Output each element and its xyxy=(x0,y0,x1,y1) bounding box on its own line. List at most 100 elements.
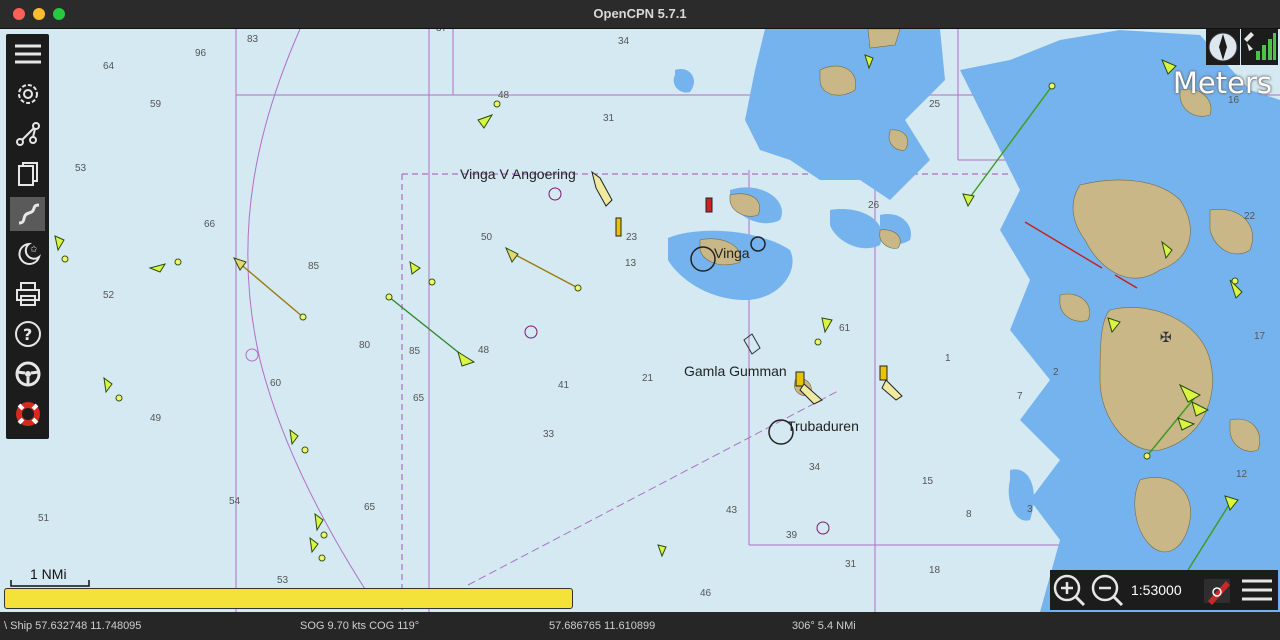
help-button[interactable]: ? xyxy=(10,317,45,351)
depth-sounding: 22 xyxy=(1244,211,1256,222)
track-button[interactable] xyxy=(10,197,45,231)
depth-sounding: 21 xyxy=(642,373,654,384)
depth-sounding: 37 xyxy=(436,29,447,34)
title-bar: OpenCPN 5.7.1 xyxy=(0,0,1280,29)
depth-sounding: 53 xyxy=(277,575,289,586)
depth-sounding: 26 xyxy=(868,200,880,211)
hamburger-menu-icon xyxy=(14,44,41,64)
steering-wheel-icon xyxy=(15,361,40,387)
depth-sounding: 8 xyxy=(966,509,972,520)
depth-sounding: 85 xyxy=(308,261,320,272)
mob-button[interactable] xyxy=(10,397,45,431)
depth-units-label: Meters xyxy=(1172,66,1272,100)
depth-sounding: 48 xyxy=(498,90,510,101)
track-icon xyxy=(18,203,39,225)
depth-sounding: 65 xyxy=(413,393,425,404)
zoom-in-button[interactable] xyxy=(1052,573,1086,607)
help-icon: ? xyxy=(14,321,41,347)
zoom-in-icon xyxy=(1053,574,1086,607)
window-title: OpenCPN 5.7.1 xyxy=(593,6,687,21)
scale-bar-label: 1 NMi xyxy=(30,566,67,582)
depth-sounding: 12 xyxy=(1236,469,1248,480)
documents-icon xyxy=(17,162,38,186)
zoom-out-button[interactable] xyxy=(1090,573,1124,607)
main-toolbar: ✩ ? xyxy=(6,34,49,439)
quilt-toggle-button[interactable] xyxy=(1200,573,1234,607)
depth-sounding: 13 xyxy=(625,258,637,269)
depth-sounding: 23 xyxy=(626,232,638,243)
depth-sounding: 65 xyxy=(364,502,376,513)
cursor-position: 57.686765 11.610899 xyxy=(549,620,656,632)
depth-sounding: 59 xyxy=(150,99,162,110)
depth-sounding: 31 xyxy=(845,559,857,570)
depth-sounding: 49 xyxy=(150,413,162,424)
depth-sounding: 61 xyxy=(839,323,851,334)
depth-sounding: 43 xyxy=(726,505,738,516)
gps-signal-widget xyxy=(1241,29,1278,65)
color-scheme-button[interactable]: ✩ xyxy=(10,237,45,271)
depth-sounding: 48 xyxy=(478,345,490,356)
main-menu-button[interactable] xyxy=(1240,573,1274,607)
print-icon xyxy=(15,282,40,306)
depth-sounding: 17 xyxy=(1254,331,1266,342)
gps-signal-icon xyxy=(1244,32,1276,60)
status-bar: \ Ship 57.632748 11.748095 SOG 9.70 kts … xyxy=(0,612,1280,640)
depth-sounding: 31 xyxy=(603,113,615,124)
depth-sounding: 34 xyxy=(618,36,630,47)
autopilot-button[interactable] xyxy=(10,357,45,391)
settings-button[interactable] xyxy=(10,77,45,111)
depth-sounding: 15 xyxy=(922,476,934,487)
depth-sounding: 52 xyxy=(103,290,115,301)
depth-sounding: 41 xyxy=(558,380,570,391)
route-manager-button[interactable] xyxy=(10,157,45,191)
zoom-out-icon xyxy=(1091,574,1124,607)
depth-sounding: 66 xyxy=(204,219,216,230)
depth-sounding: 33 xyxy=(543,429,555,440)
ship-position: \ Ship 57.632748 11.748095 xyxy=(4,620,142,632)
depth-sounding: 7 xyxy=(1017,391,1023,402)
hamburger-menu-icon xyxy=(1242,579,1272,601)
place-label-vinga[interactable]: Vinga xyxy=(714,245,750,261)
route-icon xyxy=(15,122,40,146)
depth-sounding: 54 xyxy=(229,496,241,507)
depth-sounding: 60 xyxy=(270,378,282,389)
sog-cog: SOG 9.70 kts COG 119° xyxy=(300,620,420,632)
compass-widget[interactable] xyxy=(1206,29,1240,65)
progress-bar xyxy=(4,588,573,609)
gear-icon xyxy=(17,84,38,104)
depth-sounding: 18 xyxy=(929,565,941,576)
depth-sounding: 85 xyxy=(409,346,421,357)
place-label-vinga-v-angoering[interactable]: Vinga V Angoering xyxy=(460,166,576,182)
depth-sounding: 46 xyxy=(700,588,712,599)
depth-sounding: 1 xyxy=(945,353,951,364)
depth-sounding: 2 xyxy=(1053,367,1059,378)
depth-sounding: 80 xyxy=(359,340,371,351)
chart-quilt-icon xyxy=(1204,579,1230,605)
menu-button[interactable] xyxy=(10,37,45,71)
cursor-bearing-distance: 306° 5.4 NMi xyxy=(792,620,856,632)
print-button[interactable] xyxy=(10,277,45,311)
depth-sounding: 34 xyxy=(809,462,821,473)
depth-sounding: 64 xyxy=(103,61,115,72)
depth-sounding: 50 xyxy=(481,232,493,243)
svg-text:✠: ✠ xyxy=(1160,330,1172,346)
depth-sounding: 83 xyxy=(247,34,259,45)
depth-sounding: 39 xyxy=(786,530,798,541)
night-mode-icon: ✩ xyxy=(17,242,41,265)
svg-text:✩: ✩ xyxy=(30,245,38,255)
lifebuoy-icon xyxy=(15,402,40,426)
zoom-toolbar: 1:53000 xyxy=(1050,570,1278,610)
nautical-chart: ✠ xyxy=(54,29,1280,612)
chart-canvas[interactable]: ✠ 83 37 34 96 64 59 53 66 85 52 80 85 60… xyxy=(0,29,1280,612)
svg-text:?: ? xyxy=(23,325,32,344)
route-button[interactable] xyxy=(10,117,45,151)
depth-sounding: 51 xyxy=(38,513,50,524)
depth-sounding: 3 xyxy=(1027,504,1033,515)
compass-icon xyxy=(1208,32,1238,62)
chart-scale: 1:53000 xyxy=(1131,582,1182,598)
place-label-trubaduren[interactable]: Trubaduren xyxy=(787,418,859,434)
depth-sounding: 25 xyxy=(929,99,941,110)
depth-sounding: 96 xyxy=(195,48,207,59)
place-label-gamla-gumman[interactable]: Gamla Gumman xyxy=(684,363,787,379)
depth-sounding: 53 xyxy=(75,163,87,174)
